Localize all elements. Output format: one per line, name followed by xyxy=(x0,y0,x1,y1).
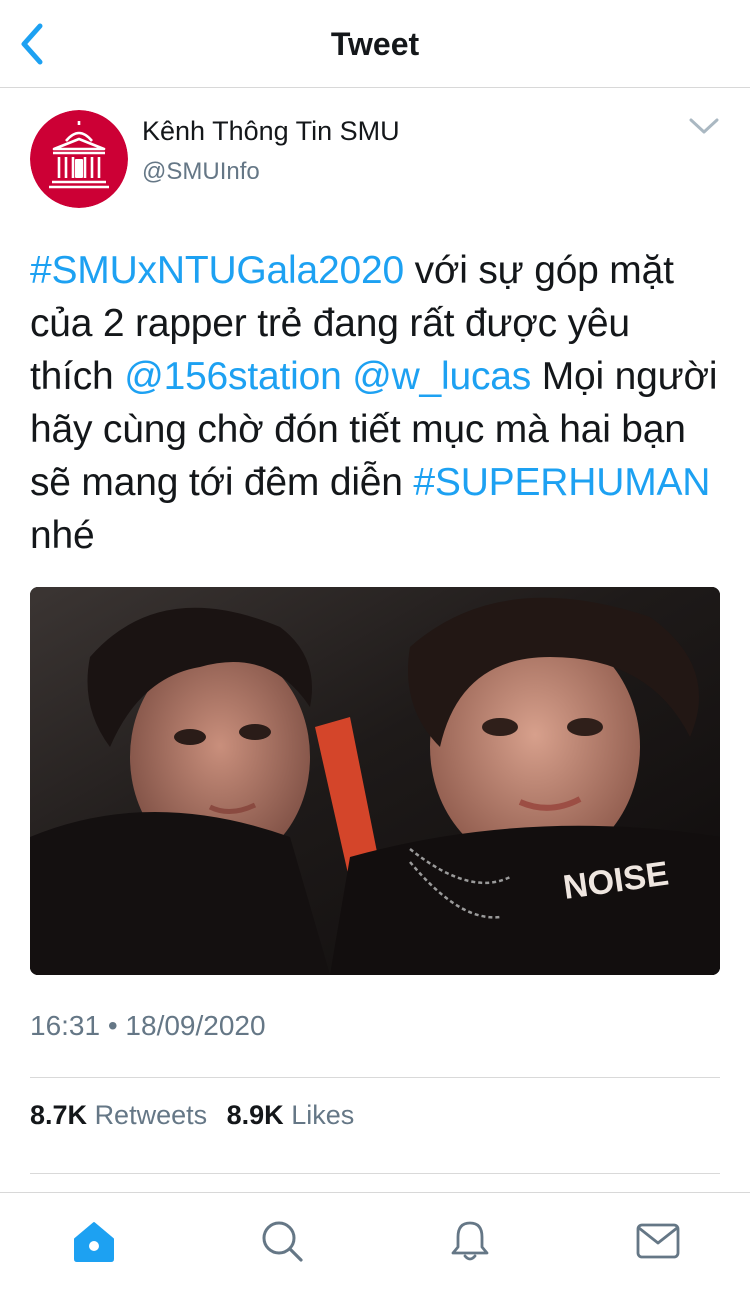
retweets-stat[interactable]: 8.7K Retweets xyxy=(30,1100,207,1130)
likes-stat[interactable]: 8.9K Likes xyxy=(227,1100,355,1130)
tweet-stats: 8.7K Retweets 8.9K Likes xyxy=(30,1100,366,1131)
retweets-count: 8.7K xyxy=(30,1100,88,1130)
tweet-detail: Kênh Thông Tin SMU @SMUInfo #SMUxNTUGala… xyxy=(30,88,720,1174)
hashtag-link[interactable]: #SUPERHUMAN xyxy=(413,461,710,504)
more-options-button[interactable] xyxy=(686,108,722,144)
messages-envelope-icon xyxy=(636,1223,680,1259)
back-button[interactable] xyxy=(10,16,54,72)
author-display-name[interactable]: Kênh Thông Tin SMU xyxy=(142,116,400,147)
search-icon xyxy=(262,1221,303,1262)
retweets-label: Retweets xyxy=(94,1100,208,1130)
tab-home[interactable] xyxy=(68,1215,120,1267)
tweet-text-segment: nhé xyxy=(30,514,95,557)
chevron-down-icon xyxy=(689,118,719,134)
author-handle[interactable]: @SMUInfo xyxy=(142,158,260,186)
divider xyxy=(30,1077,720,1078)
mention-link[interactable]: @w_lucas xyxy=(352,355,531,398)
likes-label: Likes xyxy=(291,1100,355,1130)
tab-notifications[interactable] xyxy=(444,1215,496,1267)
tweet-header: Kênh Thông Tin SMU @SMUInfo xyxy=(30,88,720,228)
avatar[interactable] xyxy=(30,110,128,208)
navigation-bar: Tweet xyxy=(0,0,750,88)
tab-messages[interactable] xyxy=(632,1215,684,1267)
notifications-bell-icon xyxy=(451,1221,489,1261)
tab-search[interactable] xyxy=(256,1215,308,1267)
chevron-left-icon xyxy=(21,23,43,65)
divider xyxy=(30,1173,720,1174)
tweet-photo[interactable]: NOISE xyxy=(30,587,720,975)
likes-count: 8.9K xyxy=(226,1100,284,1130)
mention-link[interactable]: @156station xyxy=(124,355,342,398)
university-building-icon xyxy=(30,110,128,208)
page-title: Tweet xyxy=(330,26,420,62)
tweet-timestamp: 16:31 • 18/09/2020 xyxy=(30,1010,266,1041)
home-icon xyxy=(74,1222,114,1262)
photo-image: NOISE xyxy=(30,587,720,975)
tweet-text: #SMUxNTUGala2020 với sự góp mặt của 2 ra… xyxy=(30,244,720,562)
tab-bar xyxy=(0,1192,750,1293)
hashtag-link[interactable]: #SMUxNTUGala2020 xyxy=(30,249,404,292)
tweet-text-segment xyxy=(342,355,353,398)
